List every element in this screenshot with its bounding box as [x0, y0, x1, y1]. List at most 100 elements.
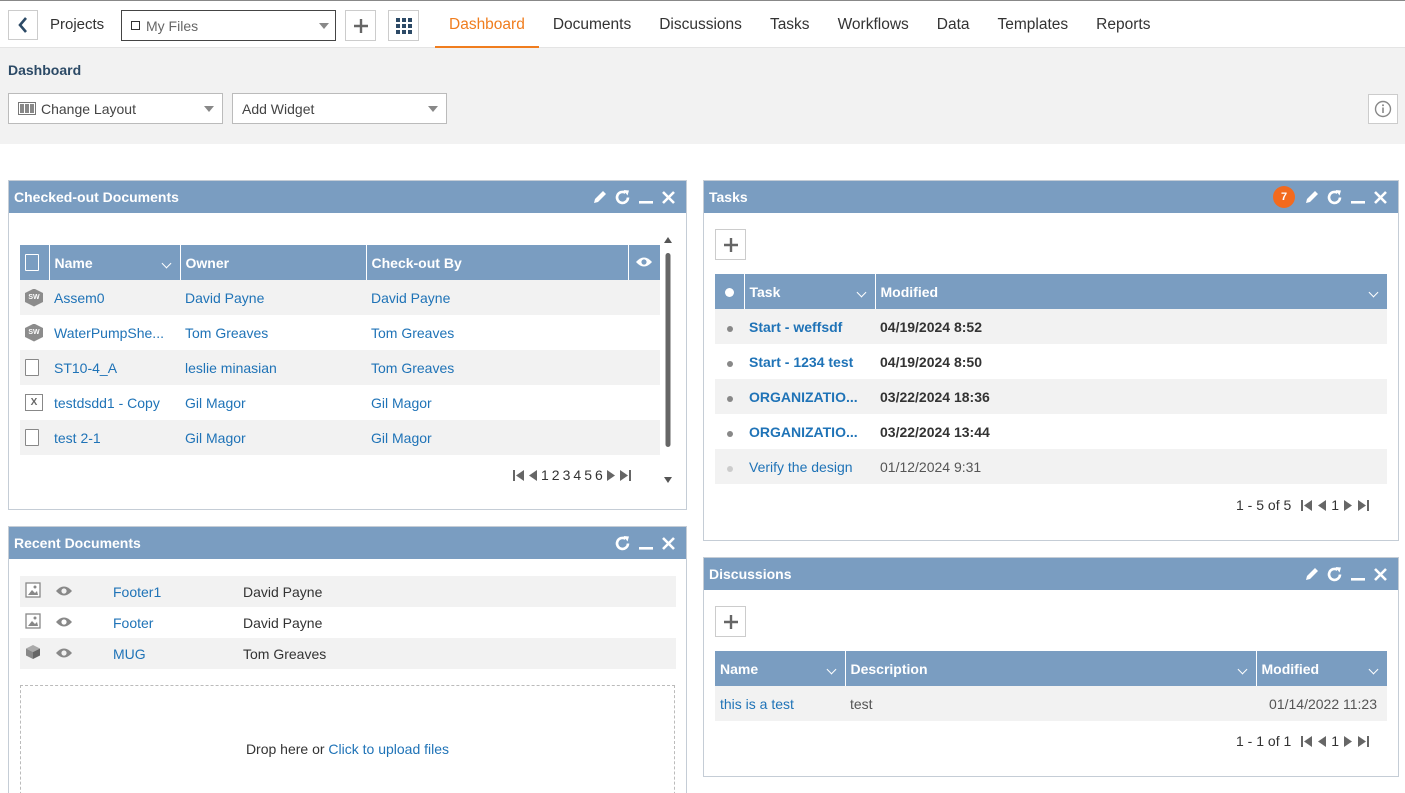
checkout-by-link[interactable]: Gil Magor: [366, 420, 628, 455]
owner-link[interactable]: Tom Greaves: [180, 315, 366, 350]
owner-link[interactable]: Gil Magor: [180, 385, 366, 420]
eye-icon[interactable]: [55, 585, 73, 597]
tab-templates[interactable]: Templates: [984, 1, 1083, 49]
chevron-down-icon[interactable]: [826, 664, 836, 675]
last-page-icon[interactable]: [619, 469, 631, 481]
checkout-by-link[interactable]: David Payne: [366, 280, 628, 315]
task-column-header[interactable]: Task: [744, 274, 876, 309]
refresh-icon[interactable]: [1326, 566, 1343, 583]
task-link[interactable]: Start - weffsdf: [744, 309, 875, 344]
minimize-icon[interactable]: [1349, 566, 1366, 583]
close-icon[interactable]: [660, 189, 677, 206]
table-row[interactable]: ORGANIZATIO... 03/22/2024 18:36: [715, 379, 1387, 414]
table-row[interactable]: SW Assem0 David Payne David Payne: [20, 280, 660, 315]
description-column-header[interactable]: Description: [845, 651, 1257, 686]
page-link[interactable]: 5: [584, 467, 592, 483]
info-button[interactable]: [1368, 94, 1398, 124]
refresh-icon[interactable]: [614, 189, 631, 206]
files-select[interactable]: My Files: [121, 10, 336, 41]
modified-column-header[interactable]: Modified: [875, 274, 1387, 309]
checkout-by-link[interactable]: Tom Greaves: [366, 350, 628, 385]
owner-link[interactable]: David Payne: [180, 280, 366, 315]
document-name-link[interactable]: Footer1: [108, 576, 238, 607]
close-icon[interactable]: [660, 535, 677, 552]
list-item[interactable]: MUG Tom Greaves: [20, 638, 676, 669]
task-link[interactable]: ORGANIZATIO...: [744, 414, 875, 449]
page-link[interactable]: 2: [552, 467, 560, 483]
document-name-link[interactable]: test 2-1: [49, 420, 180, 455]
tab-discussions[interactable]: Discussions: [645, 1, 756, 49]
table-row[interactable]: test 2-1 Gil Magor Gil Magor: [20, 420, 660, 455]
table-row[interactable]: Verify the design 01/12/2024 9:31: [715, 449, 1387, 484]
minimize-icon[interactable]: [637, 535, 654, 552]
prev-page-icon[interactable]: [528, 469, 538, 481]
chevron-down-icon[interactable]: [161, 258, 171, 269]
page-link[interactable]: 1: [541, 467, 549, 483]
first-page-icon[interactable]: [1301, 499, 1313, 511]
table-row[interactable]: Start - 1234 test 04/19/2024 8:50: [715, 344, 1387, 379]
list-item[interactable]: Footer David Payne: [20, 607, 676, 638]
checkout-by-column-header[interactable]: Check-out By: [366, 245, 629, 280]
checkout-by-link[interactable]: Gil Magor: [366, 385, 628, 420]
back-button[interactable]: [8, 10, 38, 40]
document-name-link[interactable]: ST10-4_A: [49, 350, 180, 385]
owner-link[interactable]: Gil Magor: [180, 420, 366, 455]
task-link[interactable]: Verify the design: [744, 449, 875, 484]
table-row[interactable]: this is a test test 01/14/2022 11:23: [715, 686, 1387, 721]
close-icon[interactable]: [1372, 566, 1389, 583]
last-page-icon[interactable]: [1357, 735, 1370, 747]
add-widget-dropdown[interactable]: Add Widget: [232, 93, 447, 124]
projects-link[interactable]: Projects: [50, 16, 104, 33]
minimize-icon[interactable]: [637, 189, 654, 206]
name-column-header[interactable]: Name: [49, 245, 181, 280]
next-page-icon[interactable]: [606, 469, 616, 481]
list-item[interactable]: Footer1 David Payne: [20, 576, 676, 607]
page-link[interactable]: 4: [573, 467, 581, 483]
change-layout-dropdown[interactable]: Change Layout: [8, 93, 223, 124]
close-icon[interactable]: [1372, 189, 1389, 206]
chevron-down-icon[interactable]: [856, 287, 866, 298]
first-page-icon[interactable]: [513, 469, 525, 481]
table-row[interactable]: SW WaterPumpShe... Tom Greaves Tom Greav…: [20, 315, 660, 350]
upload-files-link[interactable]: Click to upload files: [328, 741, 449, 757]
task-link[interactable]: ORGANIZATIO...: [744, 379, 875, 414]
last-page-icon[interactable]: [1357, 499, 1370, 511]
document-name-link[interactable]: Assem0: [49, 280, 180, 315]
minimize-icon[interactable]: [1349, 189, 1366, 206]
page-link[interactable]: 1: [1331, 733, 1339, 749]
eye-icon[interactable]: [55, 647, 73, 659]
page-link[interactable]: 1: [1331, 497, 1339, 513]
document-name-link[interactable]: WaterPumpShe...: [49, 315, 180, 350]
table-row[interactable]: Start - weffsdf 04/19/2024 8:52: [715, 309, 1387, 344]
tab-documents[interactable]: Documents: [539, 1, 645, 49]
tab-workflows[interactable]: Workflows: [824, 1, 923, 49]
edit-icon[interactable]: [1303, 189, 1320, 206]
refresh-icon[interactable]: [1326, 189, 1343, 206]
document-name-link[interactable]: testdsdd1 - Copy: [49, 385, 180, 420]
task-link[interactable]: Start - 1234 test: [744, 344, 875, 379]
preview-column-header[interactable]: [628, 245, 660, 280]
prev-page-icon[interactable]: [1317, 499, 1327, 511]
edit-icon[interactable]: [591, 189, 608, 206]
table-row[interactable]: ORGANIZATIO... 03/22/2024 13:44: [715, 414, 1387, 449]
tab-dashboard[interactable]: Dashboard: [435, 1, 539, 49]
apps-grid-button[interactable]: [388, 10, 419, 41]
refresh-icon[interactable]: [614, 535, 631, 552]
first-page-icon[interactable]: [1301, 735, 1313, 747]
modified-column-header[interactable]: Modified: [1256, 651, 1387, 686]
type-column-header[interactable]: [20, 245, 50, 280]
prev-page-icon[interactable]: [1317, 735, 1327, 747]
upload-drop-zone[interactable]: Drop here or Click to upload files: [20, 685, 675, 793]
owner-link[interactable]: leslie minasian: [180, 350, 366, 385]
eye-icon[interactable]: [55, 616, 73, 628]
chevron-down-icon[interactable]: [1237, 664, 1247, 675]
add-task-button[interactable]: [715, 229, 746, 260]
table-row[interactable]: ST10-4_A leslie minasian Tom Greaves: [20, 350, 660, 385]
next-page-icon[interactable]: [1343, 735, 1353, 747]
document-name-link[interactable]: Footer: [108, 607, 238, 638]
next-page-icon[interactable]: [1343, 499, 1353, 511]
checkout-by-link[interactable]: Tom Greaves: [366, 315, 628, 350]
tab-tasks[interactable]: Tasks: [756, 1, 824, 49]
vertical-scrollbar[interactable]: [663, 237, 673, 487]
page-link[interactable]: 6: [595, 467, 603, 483]
